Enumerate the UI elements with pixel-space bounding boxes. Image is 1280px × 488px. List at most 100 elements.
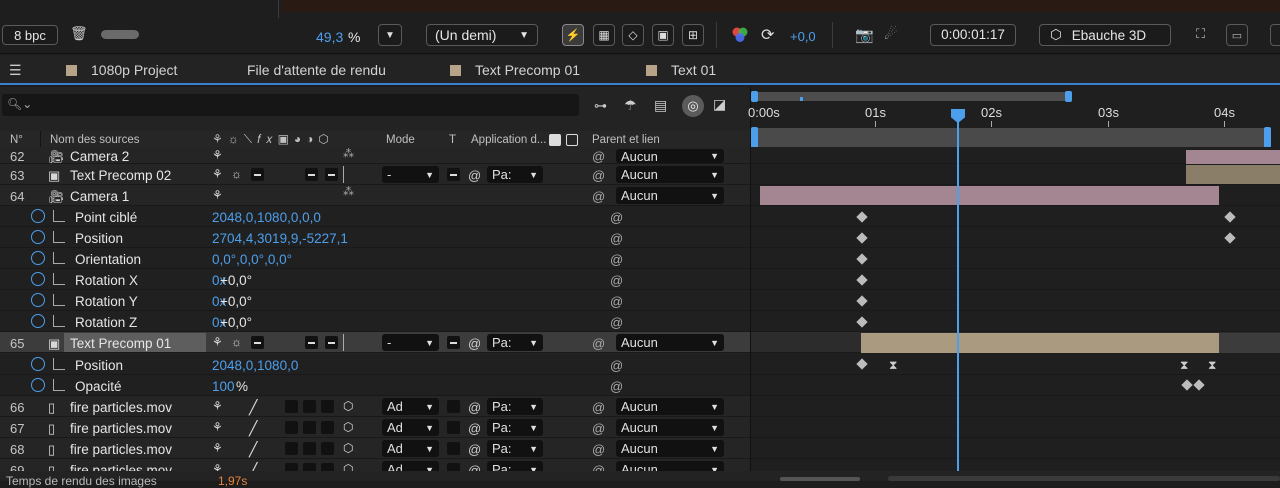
camera-snapshot-icon[interactable]: 📷	[855, 26, 875, 44]
parent-dropdown[interactable]: Aucun ▼	[616, 187, 724, 204]
pick-whip-icon[interactable]: @	[592, 169, 605, 182]
column-t[interactable]: T	[449, 134, 456, 147]
stopwatch-icon[interactable]	[31, 314, 45, 328]
tab-render-queue[interactable]: File d'attente de rendu	[247, 63, 386, 77]
collapse-switch-icon[interactable]: ☼	[231, 168, 242, 180]
graph-icon[interactable]	[53, 294, 65, 306]
pick-whip-icon[interactable]: @	[592, 443, 605, 456]
property-value[interactable]: 2704,4,3019,9,-5227,1	[212, 232, 348, 246]
property-value-degrees[interactable]: +0,0°	[220, 295, 252, 309]
easy-ease-keyframe[interactable]: ⧗	[889, 359, 897, 371]
stopwatch-icon[interactable]	[31, 230, 45, 244]
tab-text-precomp-01[interactable]: Text Precomp 01	[438, 58, 608, 82]
pick-whip-icon[interactable]: @	[610, 232, 623, 245]
column-mode[interactable]: Mode	[386, 134, 415, 147]
pick-whip-icon[interactable]: @	[592, 337, 605, 350]
switch-box[interactable]	[285, 442, 298, 455]
adjustment-switch[interactable]	[325, 336, 338, 349]
trash-icon[interactable]: 🗑	[70, 25, 88, 43]
track-matte-dropdown[interactable]: Pa: ▼	[487, 166, 543, 183]
navigator-end-handle[interactable]	[1065, 91, 1072, 102]
work-area-start[interactable]	[751, 127, 758, 148]
track-matte-link-icon[interactable]: @	[468, 443, 481, 456]
work-area-bar[interactable]	[754, 128, 1268, 147]
preserve-transparency-switch[interactable]	[447, 168, 460, 181]
stopwatch-icon[interactable]	[31, 378, 45, 392]
stopwatch-icon[interactable]	[31, 272, 45, 286]
zoom-dropdown-button[interactable]: ▼	[378, 24, 402, 46]
cube-icon[interactable]: ⬡	[343, 421, 353, 433]
quality-switch[interactable]	[251, 336, 264, 349]
parent-dropdown[interactable]: Aucun ▼	[616, 334, 724, 351]
property-value-degrees[interactable]: %	[236, 380, 248, 394]
graph-icon[interactable]	[53, 315, 65, 327]
pick-whip-icon[interactable]: @	[610, 380, 623, 393]
switch-box[interactable]	[303, 421, 316, 434]
column-parent[interactable]: Parent et lien	[592, 134, 660, 147]
graph-icon[interactable]	[53, 252, 65, 264]
pick-whip-icon[interactable]: @	[610, 316, 623, 329]
shy-switch-icon[interactable]: ⚘	[212, 189, 223, 201]
property-value-revolutions[interactable]: 100	[212, 380, 235, 394]
preserve-transparency-switch[interactable]	[447, 336, 460, 349]
mask-path-button[interactable]: ◇	[622, 24, 644, 46]
graph-icon[interactable]	[53, 379, 65, 391]
quality-switch-icon[interactable]: ╱	[249, 421, 257, 435]
switch-box[interactable]	[321, 421, 334, 434]
switch-box[interactable]	[321, 442, 334, 455]
switch-box[interactable]	[303, 400, 316, 413]
switch-box[interactable]	[285, 421, 298, 434]
shy-switch-icon[interactable]: ⚘	[212, 168, 223, 180]
mode-dropdown[interactable]: Ad ▼	[382, 440, 439, 457]
stopwatch-icon[interactable]	[31, 357, 45, 371]
stopwatch-icon[interactable]	[31, 293, 45, 307]
quality-switch[interactable]	[251, 168, 264, 181]
pick-whip-icon[interactable]: @	[592, 150, 605, 163]
graph-icon[interactable]	[53, 358, 65, 370]
tab-1080p-project[interactable]: 1080p Project	[54, 58, 224, 82]
3d-view-icon[interactable]: ⛶	[1196, 26, 1214, 42]
easy-ease-keyframe[interactable]: ⧗	[1180, 359, 1188, 371]
layer-name[interactable]: fire particles.mov	[70, 401, 172, 415]
track-matte-dropdown[interactable]: Pa: ▼	[487, 398, 543, 415]
fast-preview-button[interactable]: ⚡	[562, 24, 584, 46]
shy-switch-icon[interactable]: ⚘	[212, 442, 223, 454]
track-matte-link-icon[interactable]: @	[468, 337, 481, 350]
exposure-reset-icon[interactable]: ⟳	[761, 25, 781, 45]
search-input[interactable]: 🔍︎⌄	[2, 94, 579, 116]
collapse-switch-icon[interactable]: ☼	[231, 336, 242, 348]
pick-whip-icon[interactable]: @	[592, 401, 605, 414]
motion-blur-icon[interactable]: ◎	[682, 95, 704, 117]
transparency-grid-button[interactable]: ▦	[593, 24, 615, 46]
track-matte-link-icon[interactable]: @	[468, 422, 481, 435]
quality-switch-icon[interactable]: ╱	[249, 442, 257, 456]
frame-blending-icon[interactable]: ▤	[654, 97, 672, 115]
work-area-end[interactable]	[1264, 127, 1271, 148]
property-value[interactable]: 0,0°,0,0°,0,0°	[212, 253, 292, 267]
layer-bar-camera-2[interactable]	[1186, 150, 1280, 164]
layer-name[interactable]: fire particles.mov	[70, 443, 172, 457]
shy-switch-icon[interactable]: ⚘	[212, 400, 223, 412]
parent-dropdown[interactable]: Aucun ▼	[616, 149, 724, 164]
timecode-display[interactable]: 0:00:01:17	[930, 24, 1016, 46]
view-layout-button[interactable]: ▭	[1226, 24, 1248, 46]
mode-dropdown[interactable]: - ▼	[382, 166, 439, 183]
graph-icon[interactable]	[53, 273, 65, 285]
layer-bar-text-precomp-02[interactable]	[1186, 165, 1280, 184]
preserve-transparency-box[interactable]	[447, 400, 460, 413]
pick-whip-icon[interactable]: @	[610, 211, 623, 224]
property-value-degrees[interactable]: +0,0°	[220, 274, 252, 288]
track-matte-dropdown[interactable]: Pa: ▼	[487, 419, 543, 436]
motion-blur-switch[interactable]	[305, 336, 318, 349]
column-source-name[interactable]: Nom des sources	[50, 134, 139, 147]
pick-whip-icon[interactable]: @	[610, 274, 623, 287]
cube-icon[interactable]: ⬡	[343, 442, 353, 454]
mode-dropdown[interactable]: Ad ▼	[382, 419, 439, 436]
preserve-transparency-box[interactable]	[447, 442, 460, 455]
composition-mini-flowchart-icon[interactable]: ⊶	[594, 98, 612, 114]
pick-whip-icon[interactable]: @	[610, 253, 623, 266]
property-value[interactable]: 2048,0,1080,0,0,0	[212, 211, 321, 225]
layer-name[interactable]: fire particles.mov	[70, 422, 172, 436]
grid-guides-button[interactable]: ⊞	[682, 24, 704, 46]
layer-name[interactable]: Text Precomp 01	[70, 337, 171, 351]
